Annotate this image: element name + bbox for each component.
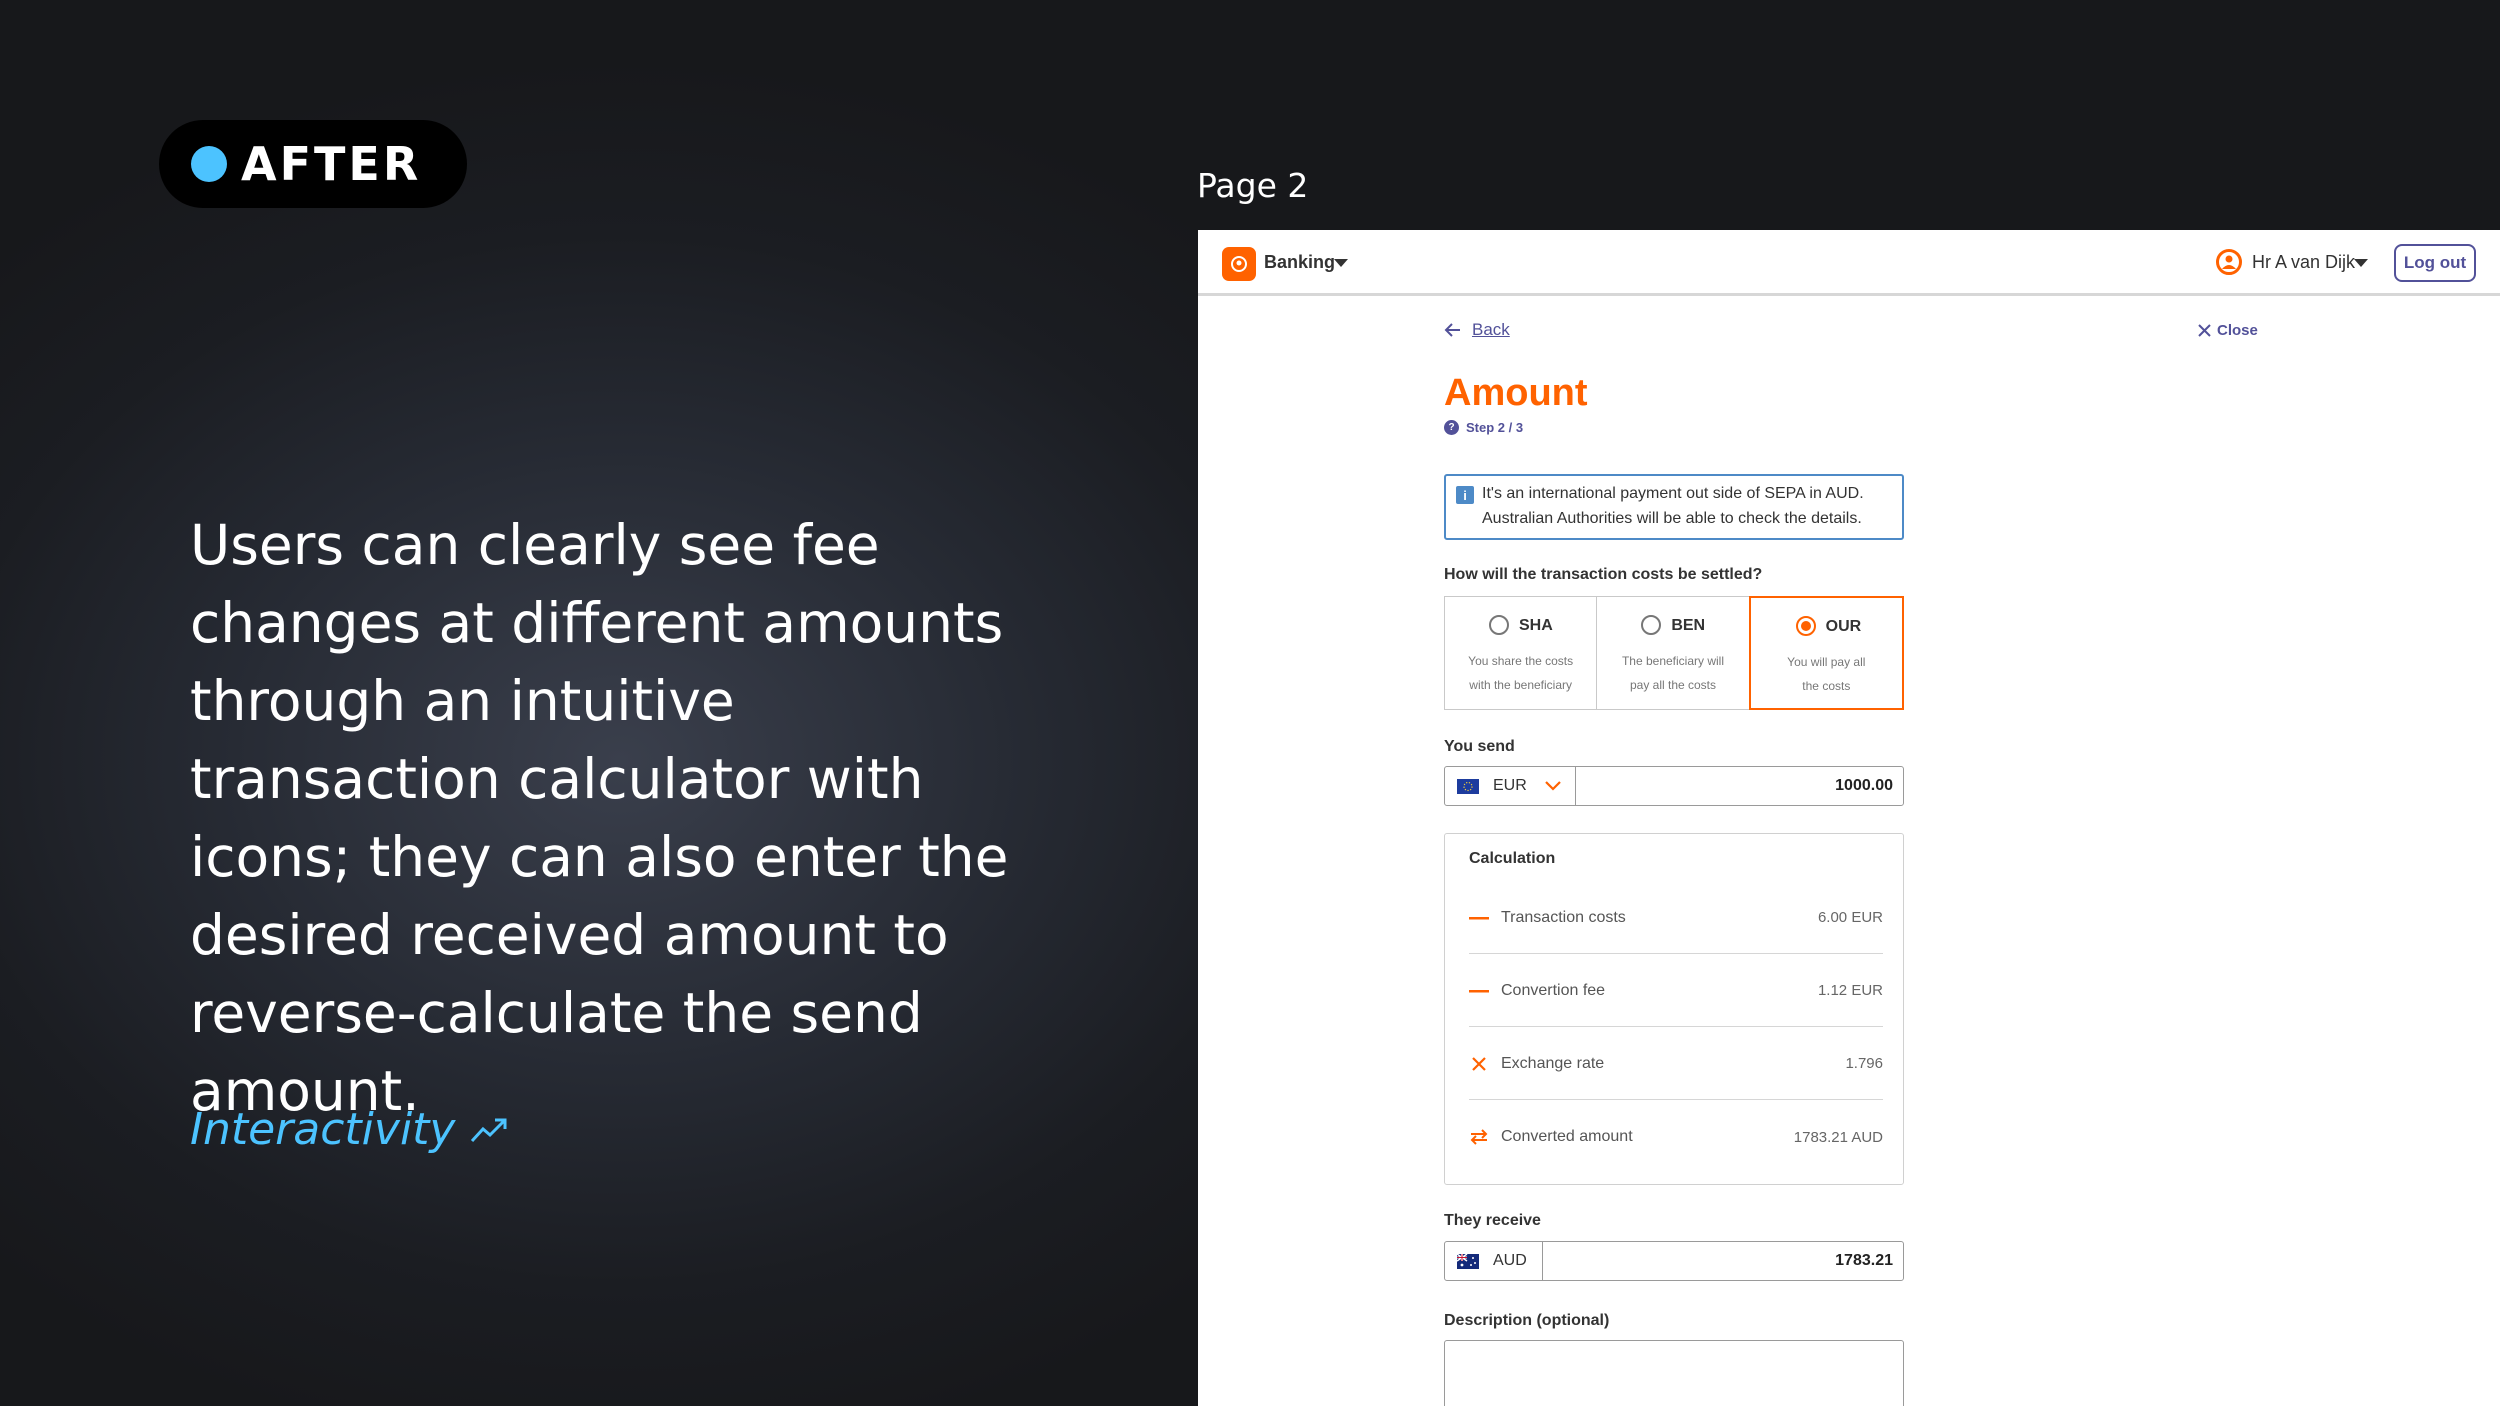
receive-label: They receive <box>1444 1212 1541 1229</box>
send-currency: EUR <box>1493 777 1527 794</box>
option-sha-code: SHA <box>1519 617 1553 634</box>
info-line-2: Australian Authorities will be able to c… <box>1482 510 1862 527</box>
interactivity-link[interactable]: Interactivity <box>190 1104 509 1155</box>
close-icon <box>2198 324 2211 337</box>
calc-label: Exchange rate <box>1501 1054 1605 1072</box>
minus-icon <box>1469 908 1489 928</box>
banking-app-window: Banking Hr A van Dijk Log out Back Close… <box>1198 230 2500 1406</box>
question-icon: ? <box>1444 420 1459 435</box>
user-icon[interactable] <box>2216 249 2242 275</box>
close-link[interactable]: Close <box>2198 322 2258 339</box>
receive-currency: AUD <box>1445 1242 1543 1280</box>
radio-our[interactable] <box>1795 616 1816 636</box>
option-our[interactable]: OUR You will pay all the costs <box>1748 596 1904 710</box>
send-currency-select[interactable]: EUR <box>1445 767 1576 805</box>
chevron-down-icon <box>1545 781 1561 791</box>
info-icon: i <box>1456 486 1474 504</box>
receive-amount-input[interactable]: 1783.21 <box>1543 1242 1903 1280</box>
multiply-icon <box>1469 1054 1489 1074</box>
send-amount-input[interactable]: 1000.00 <box>1576 767 1903 805</box>
info-line-1: It's an international payment out side o… <box>1482 485 1864 502</box>
calc-row-transaction-costs: Transaction costs 6.00 EUR <box>1469 882 1883 954</box>
user-menu[interactable]: Hr A van Dijk <box>2252 252 2355 273</box>
eu-flag-icon <box>1457 778 1479 794</box>
option-ben-desc: The beneficiary will pay all the costs <box>1621 654 1725 692</box>
top-bar: Banking Hr A van Dijk Log out <box>1198 230 2500 296</box>
cost-question: How will the transaction costs be settle… <box>1444 566 1763 583</box>
cost-options: SHA You share the costs with the benefici… <box>1444 596 1904 710</box>
option-our-desc: You will pay all the costs <box>1787 655 1866 693</box>
option-sha-desc: You share the costs with the beneficiary <box>1468 654 1574 692</box>
page-title: Amount <box>1444 372 1588 414</box>
calculation-panel: Calculation Transaction costs 6.00 EUR C… <box>1444 833 1904 1185</box>
send-amount-field: EUR 1000.00 <box>1444 766 1904 806</box>
after-badge: AFTER <box>159 120 467 208</box>
lion-logo-icon[interactable] <box>1222 247 1256 281</box>
page-label: Page 2 <box>1197 166 1309 205</box>
calculation-title: Calculation <box>1469 850 1556 867</box>
option-ben-code: BEN <box>1671 617 1706 634</box>
back-link[interactable]: Back <box>1444 320 1510 340</box>
calc-row-conversion-fee: Convertion fee 1.12 EUR <box>1469 955 1883 1027</box>
headline-text: Users can clearly see fee changes at dif… <box>190 513 1009 1123</box>
close-label: Close <box>2217 322 2258 339</box>
arrow-left-icon <box>1444 323 1460 337</box>
step-label: Step 2 / 3 <box>1466 420 1524 435</box>
badge-label: AFTER <box>241 137 422 191</box>
interactivity-label: Interactivity <box>190 1104 456 1155</box>
calc-value: 1.12 EUR <box>1817 982 1883 999</box>
option-sha[interactable]: SHA You share the costs with the benefici… <box>1445 597 1598 709</box>
logout-button[interactable]: Log out <box>2394 244 2476 282</box>
receive-amount-field: AUD 1783.21 <box>1444 1241 1904 1281</box>
calc-row-converted-amount: Converted amount 1783.21 AUD <box>1469 1101 1883 1173</box>
trending-up-icon <box>471 1118 507 1142</box>
swap-icon <box>1469 1127 1489 1147</box>
back-label: Back <box>1472 320 1510 339</box>
brand-menu[interactable]: Banking <box>1264 252 1335 273</box>
description-input[interactable] <box>1444 1340 1904 1406</box>
calc-label: Convertion fee <box>1501 981 1606 999</box>
step-indicator: ? Step 2 / 3 <box>1444 420 1523 435</box>
send-label: You send <box>1444 738 1515 755</box>
option-our-code: OUR <box>1825 618 1862 635</box>
calc-label: Converted amount <box>1501 1128 1633 1145</box>
australia-flag-icon <box>1457 1253 1479 1269</box>
calc-value: 1.796 <box>1845 1055 1883 1072</box>
radio-sha[interactable] <box>1489 615 1509 635</box>
calc-row-exchange-rate: Exchange rate 1.796 <box>1469 1028 1883 1100</box>
calc-value: 6.00 EUR <box>1817 909 1883 926</box>
calc-label: Transaction costs <box>1501 908 1626 926</box>
brand-caret-icon[interactable] <box>1334 259 1348 267</box>
receive-currency-code: AUD <box>1493 1252 1527 1269</box>
calc-value: 1783.21 AUD <box>1793 1128 1883 1146</box>
info-banner: i It's an international payment out side… <box>1444 474 1904 540</box>
description-label: Description (optional) <box>1444 1312 1610 1329</box>
option-ben[interactable]: BEN The beneficiary will pay all the cost… <box>1597 597 1750 709</box>
minus-icon <box>1469 981 1489 1001</box>
radio-ben[interactable] <box>1641 615 1662 635</box>
badge-dot <box>191 146 227 182</box>
user-caret-icon[interactable] <box>2354 259 2368 267</box>
